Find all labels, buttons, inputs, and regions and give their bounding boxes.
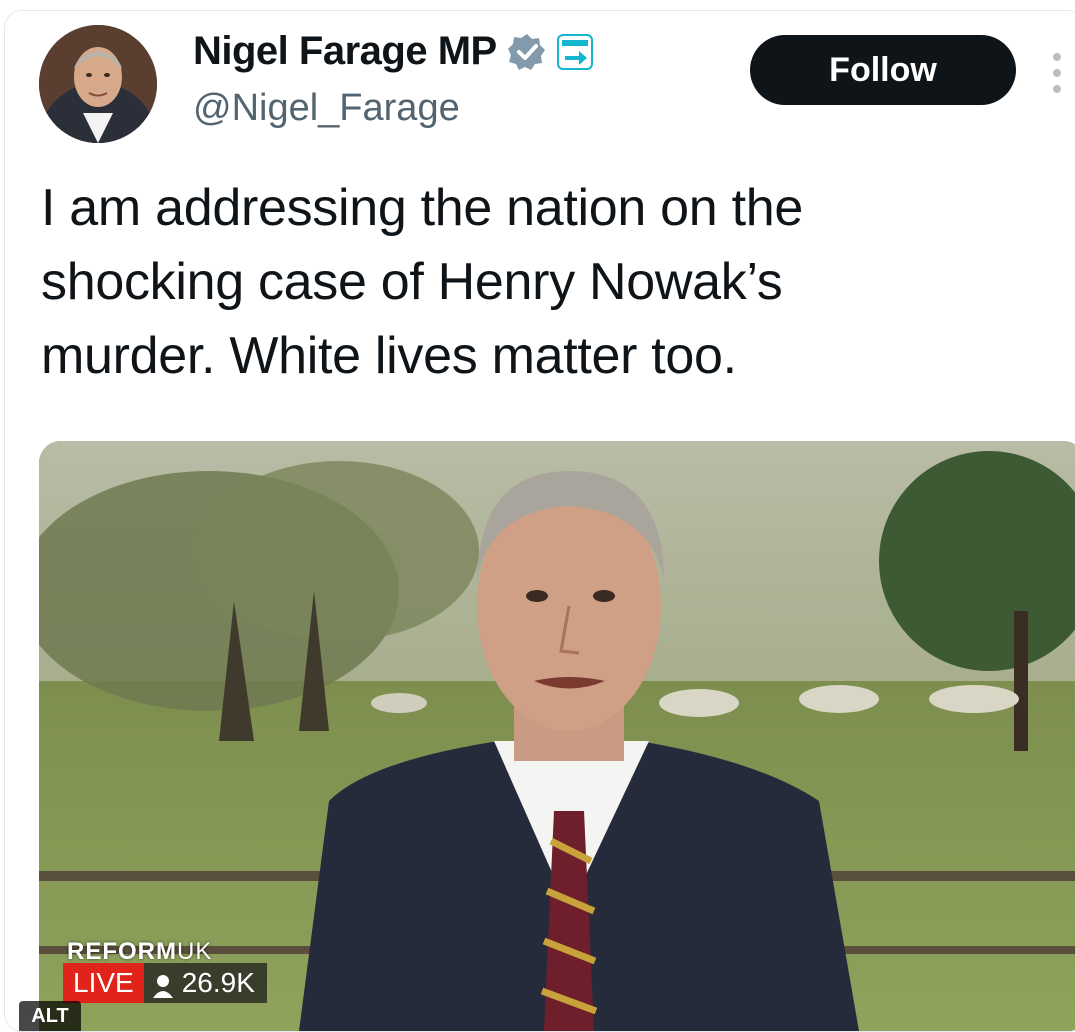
logo-suffix-text: UK — [177, 938, 213, 965]
follow-button[interactable]: Follow — [750, 35, 1016, 105]
logo-main-text: REFORM — [67, 938, 177, 965]
author-display-name[interactable]: Nigel Farage MP — [193, 29, 497, 74]
tweet-line: shocking case of Henry Nowak’s — [41, 253, 783, 311]
viewer-count: 26.9K — [143, 963, 267, 1003]
tweet-text: I am addressing the nation on the shocki… — [41, 171, 1021, 393]
reform-uk-logo: REFORMUK — [67, 938, 212, 966]
tweet-line: I am addressing the nation on the — [41, 179, 803, 237]
person-icon — [152, 971, 174, 998]
verified-badge-icon[interactable] — [507, 32, 547, 72]
author-avatar[interactable] — [39, 25, 157, 143]
live-badge: LIVE — [63, 963, 144, 1003]
tweet-line: murder. White lives matter too. — [41, 327, 737, 385]
tweet-card[interactable]: Nigel Farage MP @Nigel_Farage Follow I a… — [4, 10, 1075, 1032]
author-handle[interactable]: @Nigel_Farage — [193, 87, 460, 130]
alt-text-button[interactable]: ALT — [19, 1001, 81, 1031]
more-vertical-icon[interactable] — [1050, 53, 1064, 93]
live-status-row: LIVE 26.9K — [63, 963, 267, 1003]
author-name-row: Nigel Farage MP — [193, 29, 593, 74]
viewer-count-text: 26.9K — [181, 967, 255, 998]
reform-affiliate-icon[interactable] — [556, 33, 593, 70]
